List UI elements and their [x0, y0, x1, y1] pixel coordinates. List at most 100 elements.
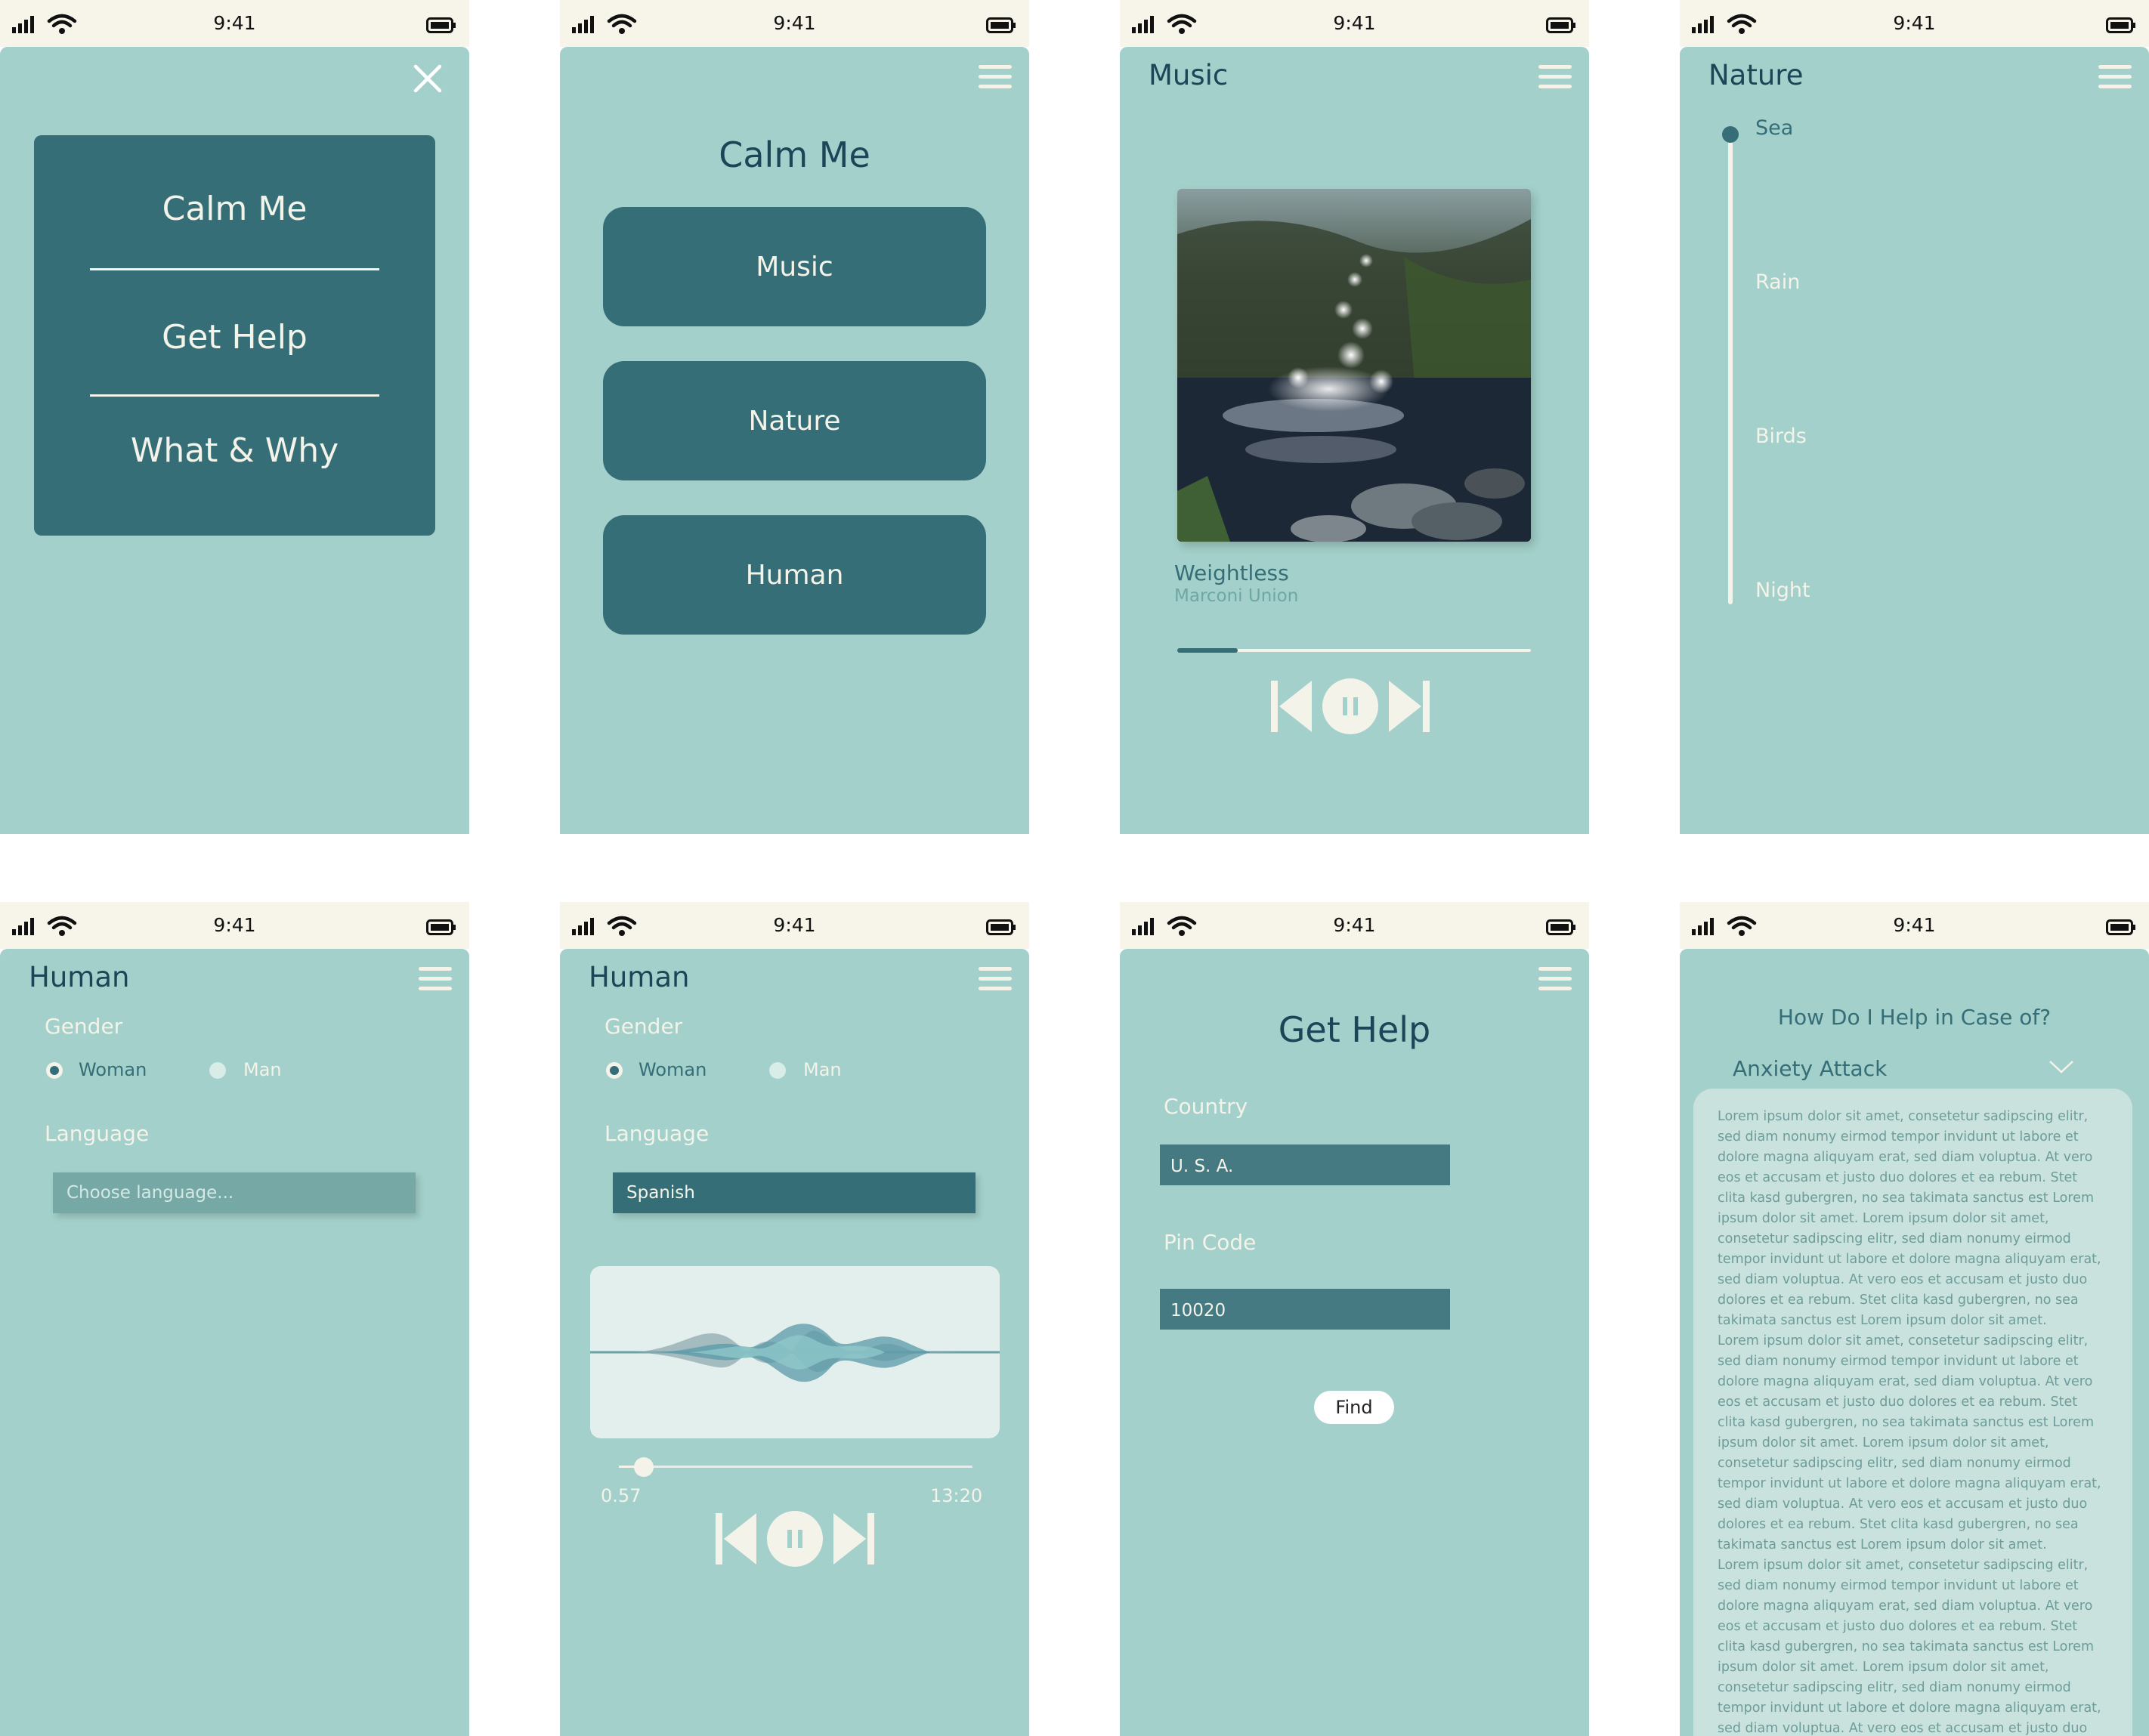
battery-icon — [1546, 919, 1575, 935]
next-track-icon[interactable] — [833, 1513, 874, 1565]
battery-icon — [426, 17, 456, 33]
battery-icon — [2106, 17, 2135, 33]
nature-option-rain[interactable]: Rain — [1755, 270, 1800, 294]
menu-item-what-why[interactable]: What & Why — [34, 431, 435, 470]
content-area: Calm Me Get Help What & Why — [0, 47, 469, 834]
content-area: Human Gender Woman Man Language Spanish … — [560, 949, 1029, 1736]
playback-controls — [716, 1511, 882, 1571]
radio-man-label: Man — [243, 1059, 282, 1080]
hamburger-menu-icon[interactable] — [419, 965, 452, 993]
playback-controls — [1271, 678, 1437, 739]
song-artist: Marconi Union — [1174, 586, 1299, 606]
page-title: Calm Me — [719, 134, 870, 175]
language-select[interactable]: Choose language... — [53, 1172, 416, 1213]
content-area: Calm Me Music Nature Human — [560, 47, 1029, 834]
status-bar: 9:41 — [560, 902, 1029, 949]
status-bar: 9:41 — [0, 902, 469, 949]
screen-music: 9:41 Music Weightless Marconi Union — [1120, 0, 1589, 834]
faq-topic[interactable]: Anxiety Attack — [1733, 1056, 1887, 1081]
faq-answer-panel: Lorem ipsum dolor sit amet, consetetur s… — [1693, 1089, 2132, 1736]
page-title: Music — [1149, 59, 1229, 91]
album-art — [1177, 189, 1531, 542]
menu-divider — [90, 394, 379, 397]
hamburger-menu-icon[interactable] — [1538, 965, 1572, 993]
battery-icon — [426, 919, 456, 935]
faq-question: How Do I Help in Case of? — [1777, 1005, 2052, 1030]
status-time: 9:41 — [1333, 12, 1376, 34]
status-time: 9:41 — [213, 12, 256, 34]
status-time: 9:41 — [773, 914, 816, 936]
radio-woman[interactable] — [46, 1062, 63, 1079]
total-time: 13:20 — [930, 1485, 983, 1506]
song-title: Weightless — [1174, 561, 1289, 585]
language-select[interactable]: Spanish — [613, 1172, 976, 1213]
radio-man[interactable] — [769, 1062, 786, 1079]
screen-help-faq: 9:41 How Do I Help in Case of? Anxiety A… — [1680, 902, 2149, 1736]
screen-human-empty: 9:41 Human Gender Woman Man Language Cho… — [0, 902, 469, 1736]
status-time: 9:41 — [773, 12, 816, 34]
pause-icon[interactable] — [1322, 678, 1378, 734]
page-title: Nature — [1708, 59, 1804, 91]
status-bar: 9:41 — [560, 0, 1029, 47]
audio-progress-track[interactable] — [619, 1466, 972, 1468]
close-icon[interactable] — [413, 63, 443, 94]
status-bar: 9:41 — [1680, 902, 2149, 949]
pause-icon[interactable] — [767, 1511, 823, 1567]
screen-main-menu: 9:41 Calm Me Get Help What & Why — [0, 0, 469, 834]
screen-calm-me: 9:41 Calm Me Music Nature Human — [560, 0, 1029, 834]
nature-option-night[interactable]: Night — [1755, 579, 1810, 602]
screen-nature: 9:41 Nature Sea Rain Birds Night — [1680, 0, 2149, 834]
faq-paragraph: Lorem ipsum dolor sit amet, consetetur s… — [1718, 1109, 2101, 1328]
battery-icon — [986, 919, 1016, 935]
status-bar: 9:41 — [1120, 0, 1589, 47]
human-button[interactable]: Human — [603, 515, 986, 635]
playback-progress-bar[interactable] — [1177, 648, 1531, 653]
hamburger-menu-icon[interactable] — [979, 63, 1012, 91]
audio-progress-handle[interactable] — [633, 1457, 654, 1477]
pin-code-field[interactable]: 10020 — [1160, 1289, 1450, 1330]
screen-human-player: 9:41 Human Gender Woman Man Language Spa… — [560, 902, 1029, 1736]
nature-button[interactable]: Nature — [603, 361, 986, 480]
menu-item-calm-me[interactable]: Calm Me — [34, 190, 435, 228]
menu-card: Calm Me Get Help What & Why — [34, 135, 435, 536]
chevron-down-icon[interactable] — [2049, 1059, 2074, 1074]
hamburger-menu-icon[interactable] — [979, 965, 1012, 993]
radio-woman[interactable] — [606, 1062, 623, 1079]
status-time: 9:41 — [1893, 12, 1936, 34]
language-label: Language — [605, 1121, 710, 1146]
status-time: 9:41 — [213, 914, 256, 936]
hamburger-menu-icon[interactable] — [2098, 63, 2132, 91]
content-area: Human Gender Woman Man Language Choose l… — [0, 949, 469, 1736]
radio-man[interactable] — [209, 1062, 226, 1079]
find-button[interactable]: Find — [1314, 1391, 1394, 1424]
nature-slider-handle[interactable] — [1722, 126, 1739, 143]
page-title: Get Help — [1278, 1009, 1431, 1050]
faq-paragraph: Lorem ipsum dolor sit amet, consetetur s… — [1718, 1558, 2101, 1736]
gender-label: Gender — [605, 1014, 683, 1039]
language-label: Language — [45, 1121, 150, 1146]
previous-track-icon[interactable] — [1271, 681, 1312, 732]
music-button[interactable]: Music — [603, 207, 986, 326]
status-bar: 9:41 — [1680, 0, 2149, 47]
content-area: How Do I Help in Case of? Anxiety Attack… — [1680, 949, 2149, 1736]
previous-track-icon[interactable] — [716, 1513, 756, 1565]
battery-icon — [1546, 17, 1575, 33]
next-track-icon[interactable] — [1389, 681, 1430, 732]
pin-code-label: Pin Code — [1164, 1230, 1257, 1255]
waveform-graphic — [590, 1324, 1000, 1382]
country-label: Country — [1164, 1094, 1248, 1119]
nature-option-birds[interactable]: Birds — [1755, 425, 1807, 448]
faq-paragraph: Lorem ipsum dolor sit amet, consetetur s… — [1718, 1333, 2101, 1552]
playback-progress-fill — [1177, 648, 1238, 653]
nature-slider-track[interactable] — [1728, 136, 1733, 604]
menu-item-get-help[interactable]: Get Help — [34, 318, 435, 357]
content-area: Music Weightless Marconi Union — [1120, 47, 1589, 834]
status-bar: 9:41 — [0, 0, 469, 47]
status-bar: 9:41 — [1120, 902, 1589, 949]
country-field[interactable]: U. S. A. — [1160, 1144, 1450, 1185]
battery-icon — [2106, 919, 2135, 935]
menu-divider — [90, 268, 379, 270]
nature-option-sea[interactable]: Sea — [1755, 116, 1793, 140]
hamburger-menu-icon[interactable] — [1538, 63, 1572, 91]
status-time: 9:41 — [1333, 914, 1376, 936]
